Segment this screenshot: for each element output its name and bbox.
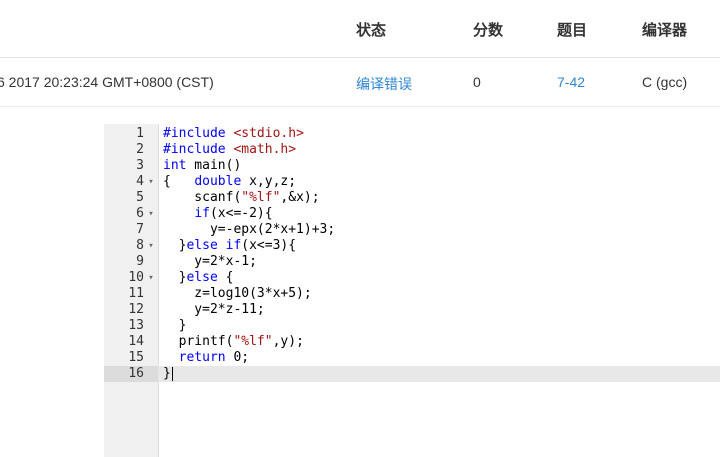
- code-text: }: [163, 318, 187, 333]
- code-line[interactable]: 9 y=2*x-1;: [104, 254, 720, 270]
- code-text: }: [163, 366, 173, 381]
- fold-toggle-icon[interactable]: ▾: [146, 206, 156, 222]
- code-editor[interactable]: 1 #include <stdio.h> 2 #include <math.h> 3 in…: [104, 124, 720, 457]
- code-line[interactable]: 16}: [104, 366, 720, 382]
- line-number: 4: [136, 174, 144, 189]
- line-number: 1: [136, 126, 144, 141]
- code-text: printf("%lf",y);: [163, 334, 304, 349]
- code-text: #include <math.h>: [163, 142, 297, 157]
- code-line[interactable]: 14 printf("%lf",y);: [104, 334, 720, 350]
- code-text: scanf("%lf",&x);: [163, 190, 320, 205]
- code-text: { double x,y,z;: [163, 174, 297, 189]
- code-text: if(x<=-2){: [194, 206, 273, 221]
- text-cursor: [171, 366, 173, 381]
- column-header-problem: 题目: [557, 21, 588, 39]
- line-number: 8: [136, 238, 144, 253]
- problem-link[interactable]: 7-42: [557, 74, 585, 90]
- code-line[interactable]: 6 ▾ if(x<=-2){: [104, 206, 720, 222]
- fold-toggle-icon[interactable]: ▾: [146, 174, 156, 190]
- line-number: 10: [128, 270, 144, 285]
- submission-compiler: C (gcc): [642, 74, 688, 90]
- line-number: 9: [136, 254, 144, 269]
- line-number: 13: [128, 318, 144, 333]
- code-text: y=2*x-1;: [163, 254, 257, 269]
- code-line[interactable]: 7 y=-epx(2*x+1)+3;: [104, 222, 720, 238]
- code-text: }else if(x<=3){: [163, 238, 297, 253]
- code-text: return 0;: [178, 350, 250, 365]
- code-line[interactable]: 2 #include <math.h>: [104, 142, 720, 158]
- code-line[interactable]: 1 #include <stdio.h>: [104, 126, 720, 142]
- code-text: z=log10(3*x+5);: [163, 286, 312, 301]
- code-line[interactable]: 13 }: [104, 318, 720, 334]
- code-line[interactable]: 15 return 0;: [104, 350, 720, 366]
- code-text: y=2*z-11;: [163, 302, 265, 317]
- code-line[interactable]: 12 y=2*z-11;: [104, 302, 720, 318]
- line-number: 14: [128, 334, 144, 349]
- code-text: #include <stdio.h>: [163, 126, 304, 141]
- line-number: 12: [128, 302, 144, 317]
- fold-toggle-icon[interactable]: ▾: [146, 270, 156, 286]
- line-number: 7: [136, 222, 144, 237]
- code-line[interactable]: 5 scanf("%lf",&x);: [104, 190, 720, 206]
- line-number: 3: [136, 158, 144, 173]
- line-number: 6: [136, 206, 144, 221]
- submission-status-link[interactable]: 编译错误: [356, 74, 412, 94]
- code-text: int main(): [163, 158, 242, 173]
- submission-table-header: 状态 分数 题目 编译器: [0, 0, 720, 58]
- line-number: 5: [136, 190, 144, 205]
- line-number: 16: [128, 366, 144, 381]
- column-header-compiler: 编译器: [642, 21, 688, 39]
- code-text: }else {: [163, 270, 234, 285]
- submission-row: 6 2017 20:23:24 GMT+0800 (CST) 编译错误 0 7-…: [0, 58, 720, 107]
- line-number: 2: [136, 142, 144, 157]
- code-line[interactable]: 10 ▾ }else {: [104, 270, 720, 286]
- submission-score: 0: [473, 74, 481, 90]
- column-header-status: 状态: [356, 21, 387, 39]
- code-line[interactable]: 4 ▾ { double x,y,z;: [104, 174, 720, 190]
- code-line[interactable]: 8 ▾ }else if(x<=3){: [104, 238, 720, 254]
- fold-toggle-icon[interactable]: ▾: [146, 238, 156, 254]
- submission-time: 6 2017 20:23:24 GMT+0800 (CST): [0, 74, 214, 90]
- line-number: 15: [128, 350, 144, 365]
- code-line[interactable]: 3 int main(): [104, 158, 720, 174]
- code-text: y=-epx(2*x+1)+3;: [163, 222, 336, 237]
- column-header-score: 分数: [473, 21, 504, 39]
- code-line[interactable]: 11 z=log10(3*x+5);: [104, 286, 720, 302]
- line-number: 11: [128, 286, 144, 301]
